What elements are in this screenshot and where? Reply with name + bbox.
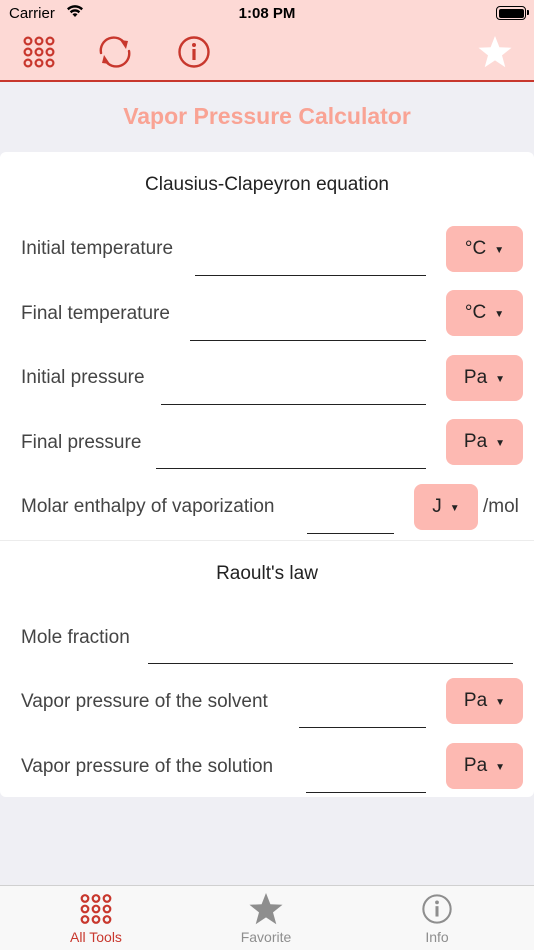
battery-icon [496,6,529,20]
mole-fraction-input[interactable] [148,663,513,664]
final-pressure-input[interactable] [156,468,426,469]
caret-down-icon: ▼ [495,437,506,449]
initial-temperature-label: Initial temperature [21,238,174,259]
status-bar: Carrier 1:08 PM [0,0,534,28]
all-tools-button[interactable] [21,34,57,70]
solvent-vapor-pressure-input[interactable] [299,727,426,728]
tab-label: Info [425,929,449,945]
grid-icon [23,36,55,68]
caret-down-icon: ▼ [494,308,505,320]
solvent-vapor-pressure-label: Vapor pressure of the solvent [21,691,268,712]
reset-button[interactable] [97,34,133,70]
favorite-button[interactable] [477,34,513,70]
molar-enthalpy-label: Molar enthalpy of vaporization [21,496,275,517]
initial-temperature-unit-select[interactable]: °C ▼ [446,226,523,272]
unit-label: Pa [463,367,488,388]
grid-icon [78,892,114,926]
solution-vapor-pressure-label: Vapor pressure of the solution [21,756,274,777]
unit-label: Pa [463,690,488,711]
caret-down-icon: ▼ [495,761,506,773]
tab-label: All Tools [70,929,122,945]
final-temperature-label: Final temperature [21,303,170,324]
page-title: Vapor Pressure Calculator [123,103,411,129]
tab-favorite[interactable]: Favorite [206,886,326,950]
info-icon [419,892,455,926]
tab-bar: All Tools Favorite Info [0,885,534,950]
info-icon [178,36,210,68]
section-heading: Raoult's law [216,563,318,584]
solvent-vapor-pressure-unit-select[interactable]: Pa ▼ [446,678,523,724]
initial-pressure-input[interactable] [161,404,426,405]
final-pressure-unit-select[interactable]: Pa ▼ [446,419,523,465]
unit-label: J [432,496,442,517]
info-button[interactable] [176,34,212,70]
refresh-icon [99,36,131,68]
initial-temperature-input[interactable] [195,275,426,276]
per-mol-suffix: /mol [483,496,519,517]
initial-pressure-label: Initial pressure [21,367,145,388]
unit-label: °C [464,302,487,323]
clock: 1:08 PM [238,5,296,22]
star-icon [248,892,284,926]
molar-enthalpy-unit-select[interactable]: J ▼ [414,484,478,530]
tab-label: Favorite [240,929,292,945]
top-toolbar: Carrier 1:08 PM [0,0,534,82]
unit-label: Pa [463,431,488,452]
caret-down-icon: ▼ [495,373,506,385]
tab-info[interactable]: Info [377,886,497,950]
final-temperature-unit-select[interactable]: °C ▼ [446,290,523,336]
caret-down-icon: ▼ [494,244,505,256]
raoults-law-section: Raoult's law Mole fraction Vapor pressur… [0,540,534,797]
caret-down-icon: ▼ [495,696,506,708]
star-icon [478,36,512,68]
final-pressure-label: Final pressure [21,432,142,453]
clausius-clapeyron-section: Clausius-Clapeyron equation Initial temp… [0,152,534,540]
solution-vapor-pressure-unit-select[interactable]: Pa ▼ [446,743,523,789]
caret-down-icon: ▼ [449,502,460,514]
final-temperature-input[interactable] [190,340,426,341]
solution-vapor-pressure-input[interactable] [306,792,426,793]
molar-enthalpy-input[interactable] [307,533,394,534]
tab-all-tools[interactable]: All Tools [36,886,156,950]
initial-pressure-unit-select[interactable]: Pa ▼ [446,355,523,401]
mole-fraction-label: Mole fraction [21,627,130,648]
section-heading: Clausius-Clapeyron equation [145,174,389,195]
unit-label: Pa [463,755,488,776]
unit-label: °C [464,238,487,259]
